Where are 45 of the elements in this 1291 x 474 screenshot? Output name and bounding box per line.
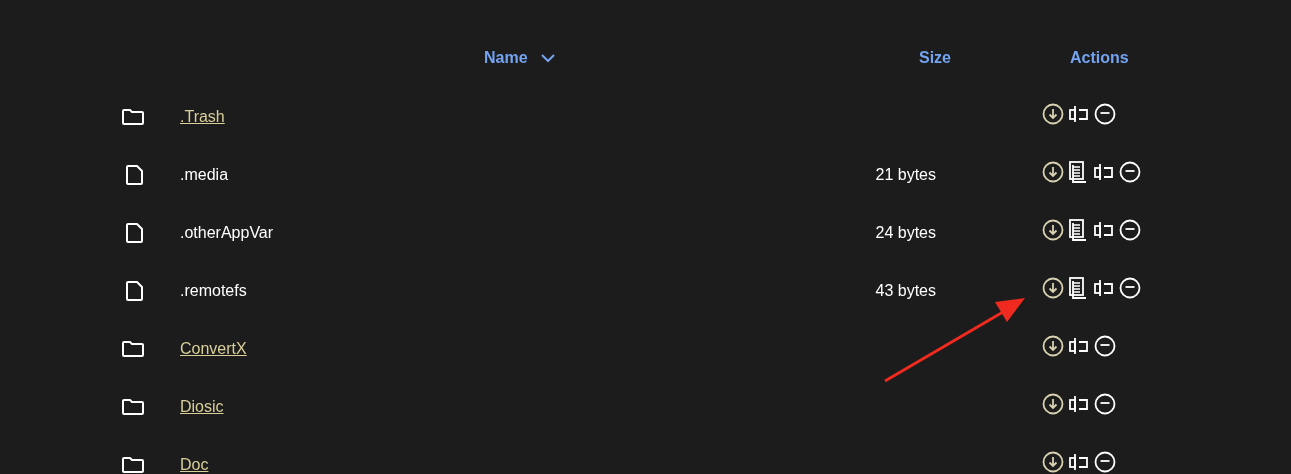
bracket-icon[interactable]	[1094, 279, 1114, 297]
file-icon	[125, 280, 145, 302]
file-name: .otherAppVar	[180, 224, 274, 241]
column-header[interactable]: Name	[484, 46, 528, 70]
bracket-icon[interactable]	[1069, 337, 1089, 355]
copy-icon[interactable]	[1069, 160, 1089, 184]
file-size: 24 bytes	[875, 224, 936, 241]
bracket-icon[interactable]	[1069, 105, 1089, 123]
bracket-icon[interactable]	[1094, 221, 1114, 239]
bracket-icon[interactable]	[1069, 453, 1089, 471]
copy-icon[interactable]	[1069, 218, 1089, 242]
folder-icon	[121, 455, 145, 474]
bracket-icon[interactable]	[1094, 163, 1114, 181]
minus-circle-icon[interactable]	[1119, 161, 1141, 183]
minus-circle-icon[interactable]	[1094, 103, 1116, 125]
download-icon[interactable]	[1042, 335, 1064, 357]
minus-circle-icon[interactable]	[1094, 451, 1116, 473]
minus-circle-icon[interactable]	[1094, 393, 1116, 415]
folder-icon	[121, 339, 145, 359]
file-name: .remotefs	[180, 282, 247, 299]
download-icon[interactable]	[1042, 103, 1064, 125]
download-icon[interactable]	[1042, 393, 1064, 415]
file-name: .media	[180, 166, 229, 183]
minus-circle-icon[interactable]	[1119, 277, 1141, 299]
chevron-down-icon[interactable]	[540, 53, 555, 63]
download-icon[interactable]	[1042, 161, 1064, 183]
column-header[interactable]: Actions	[1070, 49, 1129, 66]
file-icon	[125, 222, 145, 244]
minus-circle-icon[interactable]	[1094, 335, 1116, 357]
minus-circle-icon[interactable]	[1119, 219, 1141, 241]
folder-link[interactable]: Doc	[180, 456, 209, 473]
folder-icon	[121, 107, 145, 127]
folder-link[interactable]: Diosic	[180, 398, 224, 415]
bracket-icon[interactable]	[1069, 395, 1089, 413]
download-icon[interactable]	[1042, 277, 1064, 299]
column-header[interactable]: Size	[919, 49, 951, 66]
copy-icon[interactable]	[1069, 276, 1089, 300]
folder-link[interactable]: ConvertX	[180, 340, 247, 357]
download-icon[interactable]	[1042, 451, 1064, 473]
folder-link[interactable]: .Trash	[180, 108, 225, 125]
folder-icon	[121, 397, 145, 417]
file-icon	[125, 164, 145, 186]
file-size: 21 bytes	[875, 166, 936, 183]
download-icon[interactable]	[1042, 219, 1064, 241]
file-size: 43 bytes	[875, 282, 936, 299]
